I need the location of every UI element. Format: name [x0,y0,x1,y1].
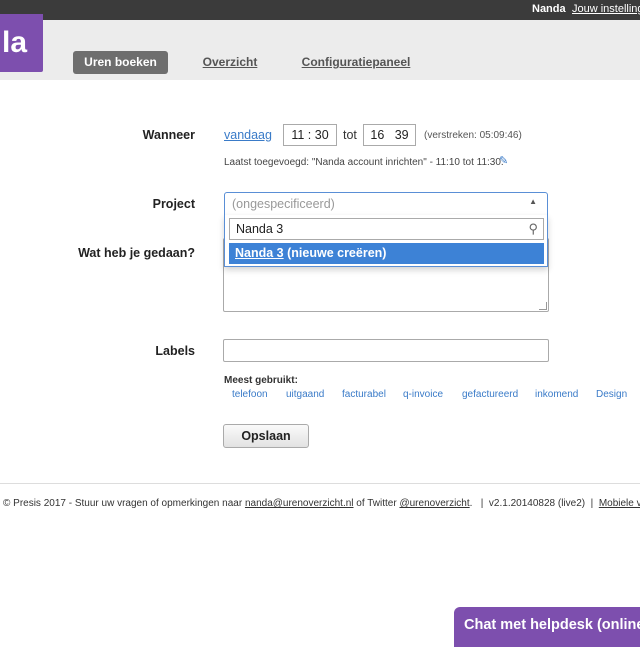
most-used-label: Meest gebruikt: [224,375,298,386]
logo[interactable]: la [0,14,43,72]
save-button[interactable]: Opslaan [223,424,309,448]
project-search-input[interactable]: Nanda 3 ⚲ [229,218,544,240]
footer-divider [0,483,640,484]
tot-label: tot [343,128,357,142]
project-placeholder: (ongespecificeerd) [232,197,335,211]
project-search-value: Nanda 3 [236,222,284,236]
footer-text: of Twitter [353,498,400,509]
project-option-name: Nanda 3 [235,246,284,260]
tag-link[interactable]: inkomend [535,389,578,400]
project-label: Project [152,197,195,211]
labels-input[interactable] [223,339,549,362]
end-time-input[interactable]: 16 39 [363,124,416,146]
chat-helpdesk-button[interactable]: Chat met helpdesk (online) [454,607,640,647]
tag-link[interactable]: Design [596,389,627,400]
last-added-info: Laatst toegevoegd: "Nanda account inrich… [224,157,504,168]
footer-copyright: © Presis 2017 - Stuur uw vragen of opmer… [3,498,245,509]
project-option-suffix: (nieuwe creëren) [283,246,387,260]
tag-link[interactable]: telefoon [232,389,268,400]
project-dropdown: Nanda 3 ⚲ Nanda 3 (nieuwe creëren) [224,215,548,267]
project-select[interactable]: (ongespecificeerd) ▲ [224,192,548,216]
tab-configuratiepaneel[interactable]: Configuratiepaneel [300,51,412,74]
tab-uren-boeken[interactable]: Uren boeken [73,51,168,74]
labels-label: Labels [155,344,195,358]
top-bar: Nanda Jouw instellinge [0,0,640,20]
activity-label: Wat heb je gedaan? [78,246,195,260]
footer-twitter-link[interactable]: @urenoverzicht [399,498,469,509]
search-icon: ⚲ [528,221,538,236]
tag-link[interactable]: gefactureerd [462,389,518,400]
footer: © Presis 2017 - Stuur uw vragen of opmer… [3,498,640,509]
header: Uren boeken Overzicht Configuratiepaneel [0,20,640,80]
project-option-create[interactable]: Nanda 3 (nieuwe creëren) [229,243,544,264]
footer-version: . | v2.1.20140828 (live2) | [469,498,599,509]
dropdown-arrow-icon: ▲ [529,197,537,206]
start-time-input[interactable]: 11 : 30 [283,124,337,146]
date-link[interactable]: vandaag [224,128,272,142]
tag-link[interactable]: uitgaand [286,389,324,400]
footer-mobile-link[interactable]: Mobiele versie [599,498,640,509]
when-label: Wanneer [142,128,195,142]
tag-link[interactable]: q-invoice [403,389,443,400]
user-name: Nanda [532,3,566,15]
tag-link[interactable]: facturabel [342,389,386,400]
resize-handle[interactable] [539,302,547,310]
pencil-icon[interactable]: ✎ [499,154,508,167]
settings-link[interactable]: Jouw instellinge [572,3,640,15]
elapsed-time: (verstreken: 05:09:46) [424,130,522,141]
tab-overzicht[interactable]: Overzicht [193,51,267,74]
footer-email-link[interactable]: nanda@urenoverzicht.nl [245,498,354,509]
